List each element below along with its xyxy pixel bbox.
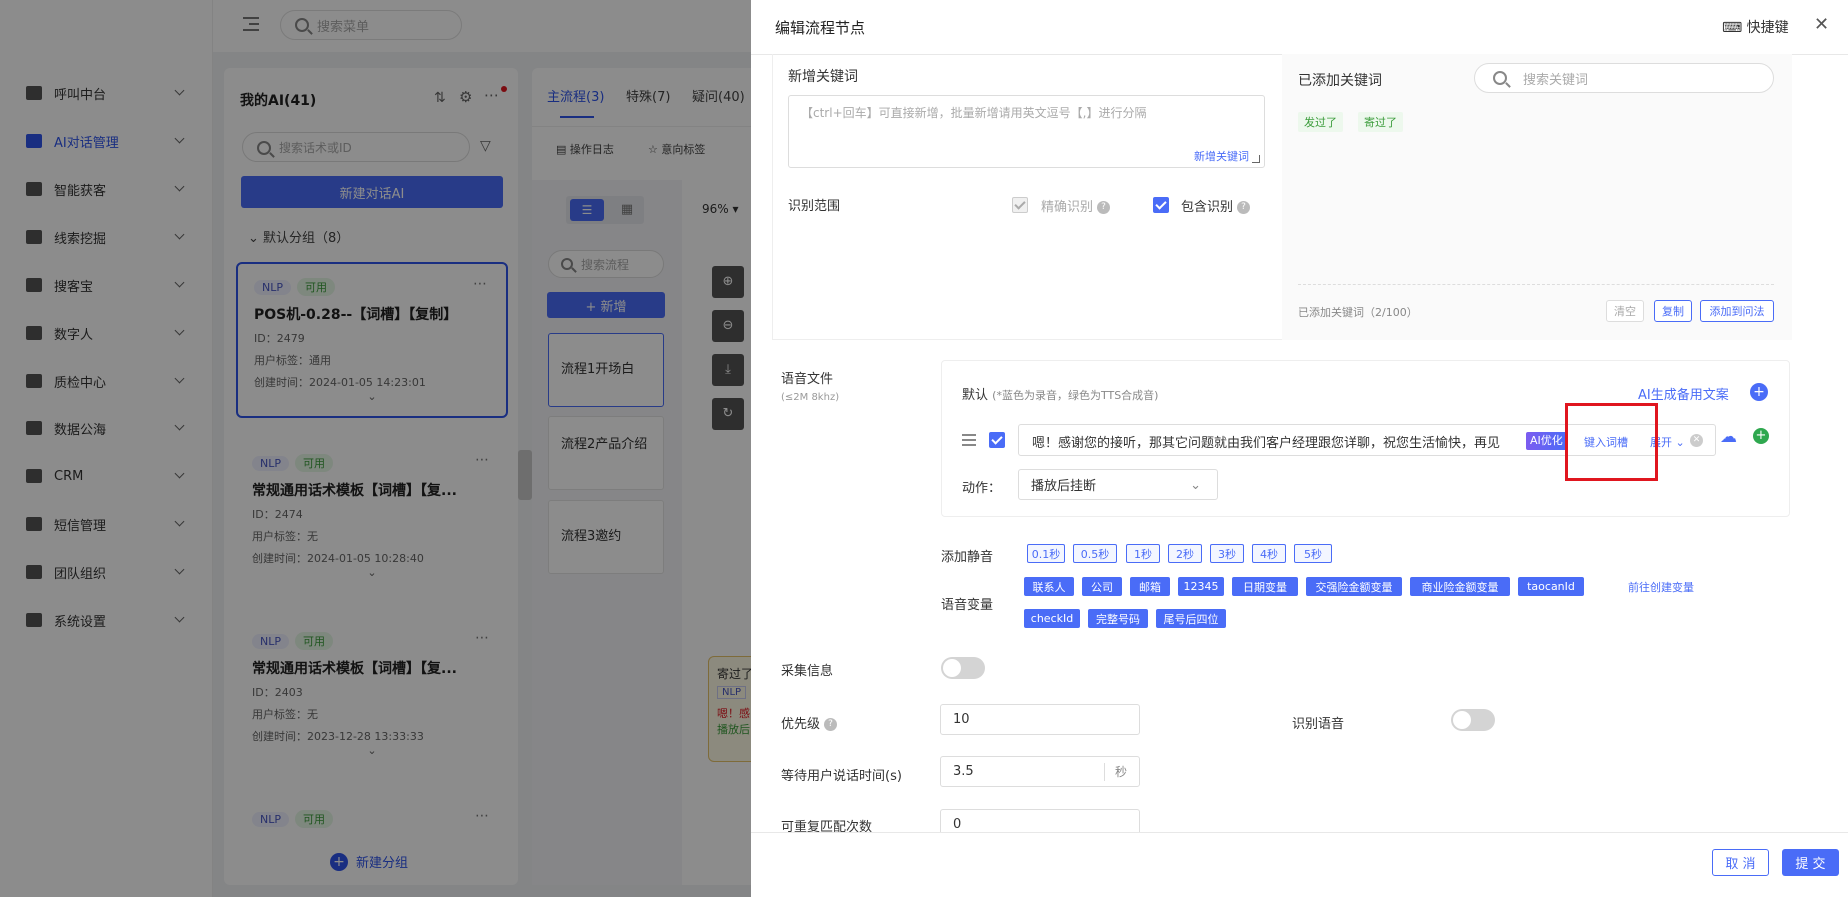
- new-keyword-label: 新增关键词: [788, 69, 858, 85]
- help-icon[interactable]: ?: [1237, 201, 1251, 214]
- chevron-down-icon: ⌄: [1190, 478, 1201, 493]
- script-text: 嗯！感谢您的接听，那其它问题就由我们客户经理跟您详聊，祝您生活愉快，再见: [1032, 436, 1501, 451]
- variable-chip[interactable]: 日期变量: [1232, 577, 1298, 596]
- recognize-voice-toggle[interactable]: [1451, 709, 1495, 731]
- added-keyword-label: 已添加关键词: [1298, 73, 1382, 89]
- variable-chip[interactable]: 完整号码: [1088, 609, 1148, 628]
- search-icon: [1493, 71, 1507, 85]
- variable-chip[interactable]: checkId: [1024, 609, 1080, 628]
- collect-info-label: 采集信息: [781, 664, 834, 679]
- silence-chip[interactable]: 2秒: [1168, 544, 1202, 563]
- shortcut-button[interactable]: ⌨ 快捷键: [1722, 17, 1789, 37]
- add-script-icon[interactable]: +: [1753, 428, 1769, 444]
- exact-match-label: 精确识别?: [1041, 196, 1111, 215]
- wait-time-label: 等待用户说话时间(s): [781, 769, 902, 784]
- voice-file-label: 语音文件: [781, 372, 834, 387]
- silence-label: 添加静音: [941, 550, 994, 565]
- variable-chip[interactable]: 公司: [1082, 577, 1122, 596]
- recognize-voice-label: 识别语音: [1292, 717, 1345, 732]
- create-variable-link[interactable]: 前往创建变量: [1628, 579, 1694, 595]
- priority-input[interactable]: 10: [940, 704, 1140, 735]
- voice-variable-label: 语音变量: [941, 598, 994, 613]
- modal-overlay[interactable]: [0, 0, 751, 897]
- drawer-footer: [751, 832, 1848, 897]
- silence-chip[interactable]: 0.5秒: [1073, 544, 1117, 563]
- collect-info-toggle[interactable]: [941, 657, 985, 679]
- keyword-chip[interactable]: 发过了: [1298, 112, 1343, 132]
- action-label: 动作：: [962, 481, 1002, 496]
- variable-chip[interactable]: 联系人: [1024, 577, 1074, 596]
- variable-chip[interactable]: 邮箱: [1130, 577, 1170, 596]
- clear-button[interactable]: 清空: [1606, 300, 1644, 322]
- contain-match-label: 包含识别?: [1181, 196, 1251, 215]
- new-keyword-link[interactable]: 新增关键词: [1194, 148, 1249, 164]
- drawer-title: 编辑流程节点: [775, 19, 866, 37]
- help-icon[interactable]: ?: [824, 718, 838, 731]
- upload-cloud-icon[interactable]: ☁: [1720, 427, 1737, 447]
- action-select[interactable]: 播放后挂断 ⌄: [1018, 469, 1218, 500]
- copy-button[interactable]: 复制: [1654, 300, 1692, 322]
- add-voice-icon[interactable]: +: [1750, 383, 1768, 401]
- range-label: 识别范围: [788, 199, 841, 214]
- silence-chip[interactable]: 5秒: [1294, 544, 1332, 563]
- close-icon[interactable]: ✕: [1814, 14, 1829, 35]
- highlight-box: [1565, 403, 1658, 481]
- variable-chip[interactable]: 12345: [1178, 577, 1224, 596]
- silence-chip[interactable]: 0.1秒: [1027, 544, 1065, 563]
- keyword-search-input[interactable]: 搜索关键词: [1474, 63, 1774, 93]
- variable-chip[interactable]: 尾号后四位: [1156, 609, 1226, 628]
- added-count: 已添加关键词（2/100）: [1298, 306, 1418, 319]
- help-icon[interactable]: ?: [1097, 201, 1111, 214]
- priority-label: 优先级?: [781, 713, 838, 732]
- submit-button[interactable]: 提 交: [1782, 849, 1839, 876]
- voice-file-hint: (≤2M 8khz): [781, 392, 840, 403]
- drag-handle-icon[interactable]: [962, 434, 976, 446]
- keyword-chip[interactable]: 寄过了: [1358, 112, 1403, 132]
- dashed-divider: [1298, 284, 1774, 285]
- silence-chip[interactable]: 4秒: [1252, 544, 1286, 563]
- voice-enable-checkbox[interactable]: [989, 432, 1005, 448]
- silence-chip[interactable]: 3秒: [1210, 544, 1244, 563]
- variable-chip[interactable]: 商业险金额变量: [1410, 577, 1510, 596]
- ai-optimize-button[interactable]: AI优化: [1526, 432, 1567, 450]
- variable-chip[interactable]: 交强险金额变量: [1306, 577, 1402, 596]
- resize-handle-icon[interactable]: [1252, 155, 1260, 163]
- variable-chip[interactable]: taocanId: [1518, 577, 1584, 596]
- contain-match-checkbox[interactable]: [1153, 197, 1169, 213]
- exact-match-checkbox[interactable]: [1012, 197, 1028, 213]
- ai-generate-link[interactable]: AI生成备用文案: [1638, 384, 1729, 403]
- added-keyword-panel: [1282, 54, 1792, 340]
- wait-time-unit: 秒: [1104, 763, 1127, 781]
- cancel-button[interactable]: 取 消: [1712, 849, 1769, 876]
- default-label: 默认 (*蓝色为录音，绿色为TTS合成音): [962, 388, 1159, 403]
- silence-chip[interactable]: 1秒: [1126, 544, 1160, 563]
- keyboard-icon: ⌨: [1722, 20, 1743, 36]
- clear-input-icon[interactable]: ✕: [1690, 434, 1703, 447]
- add-to-question-button[interactable]: 添加到问法: [1700, 300, 1774, 322]
